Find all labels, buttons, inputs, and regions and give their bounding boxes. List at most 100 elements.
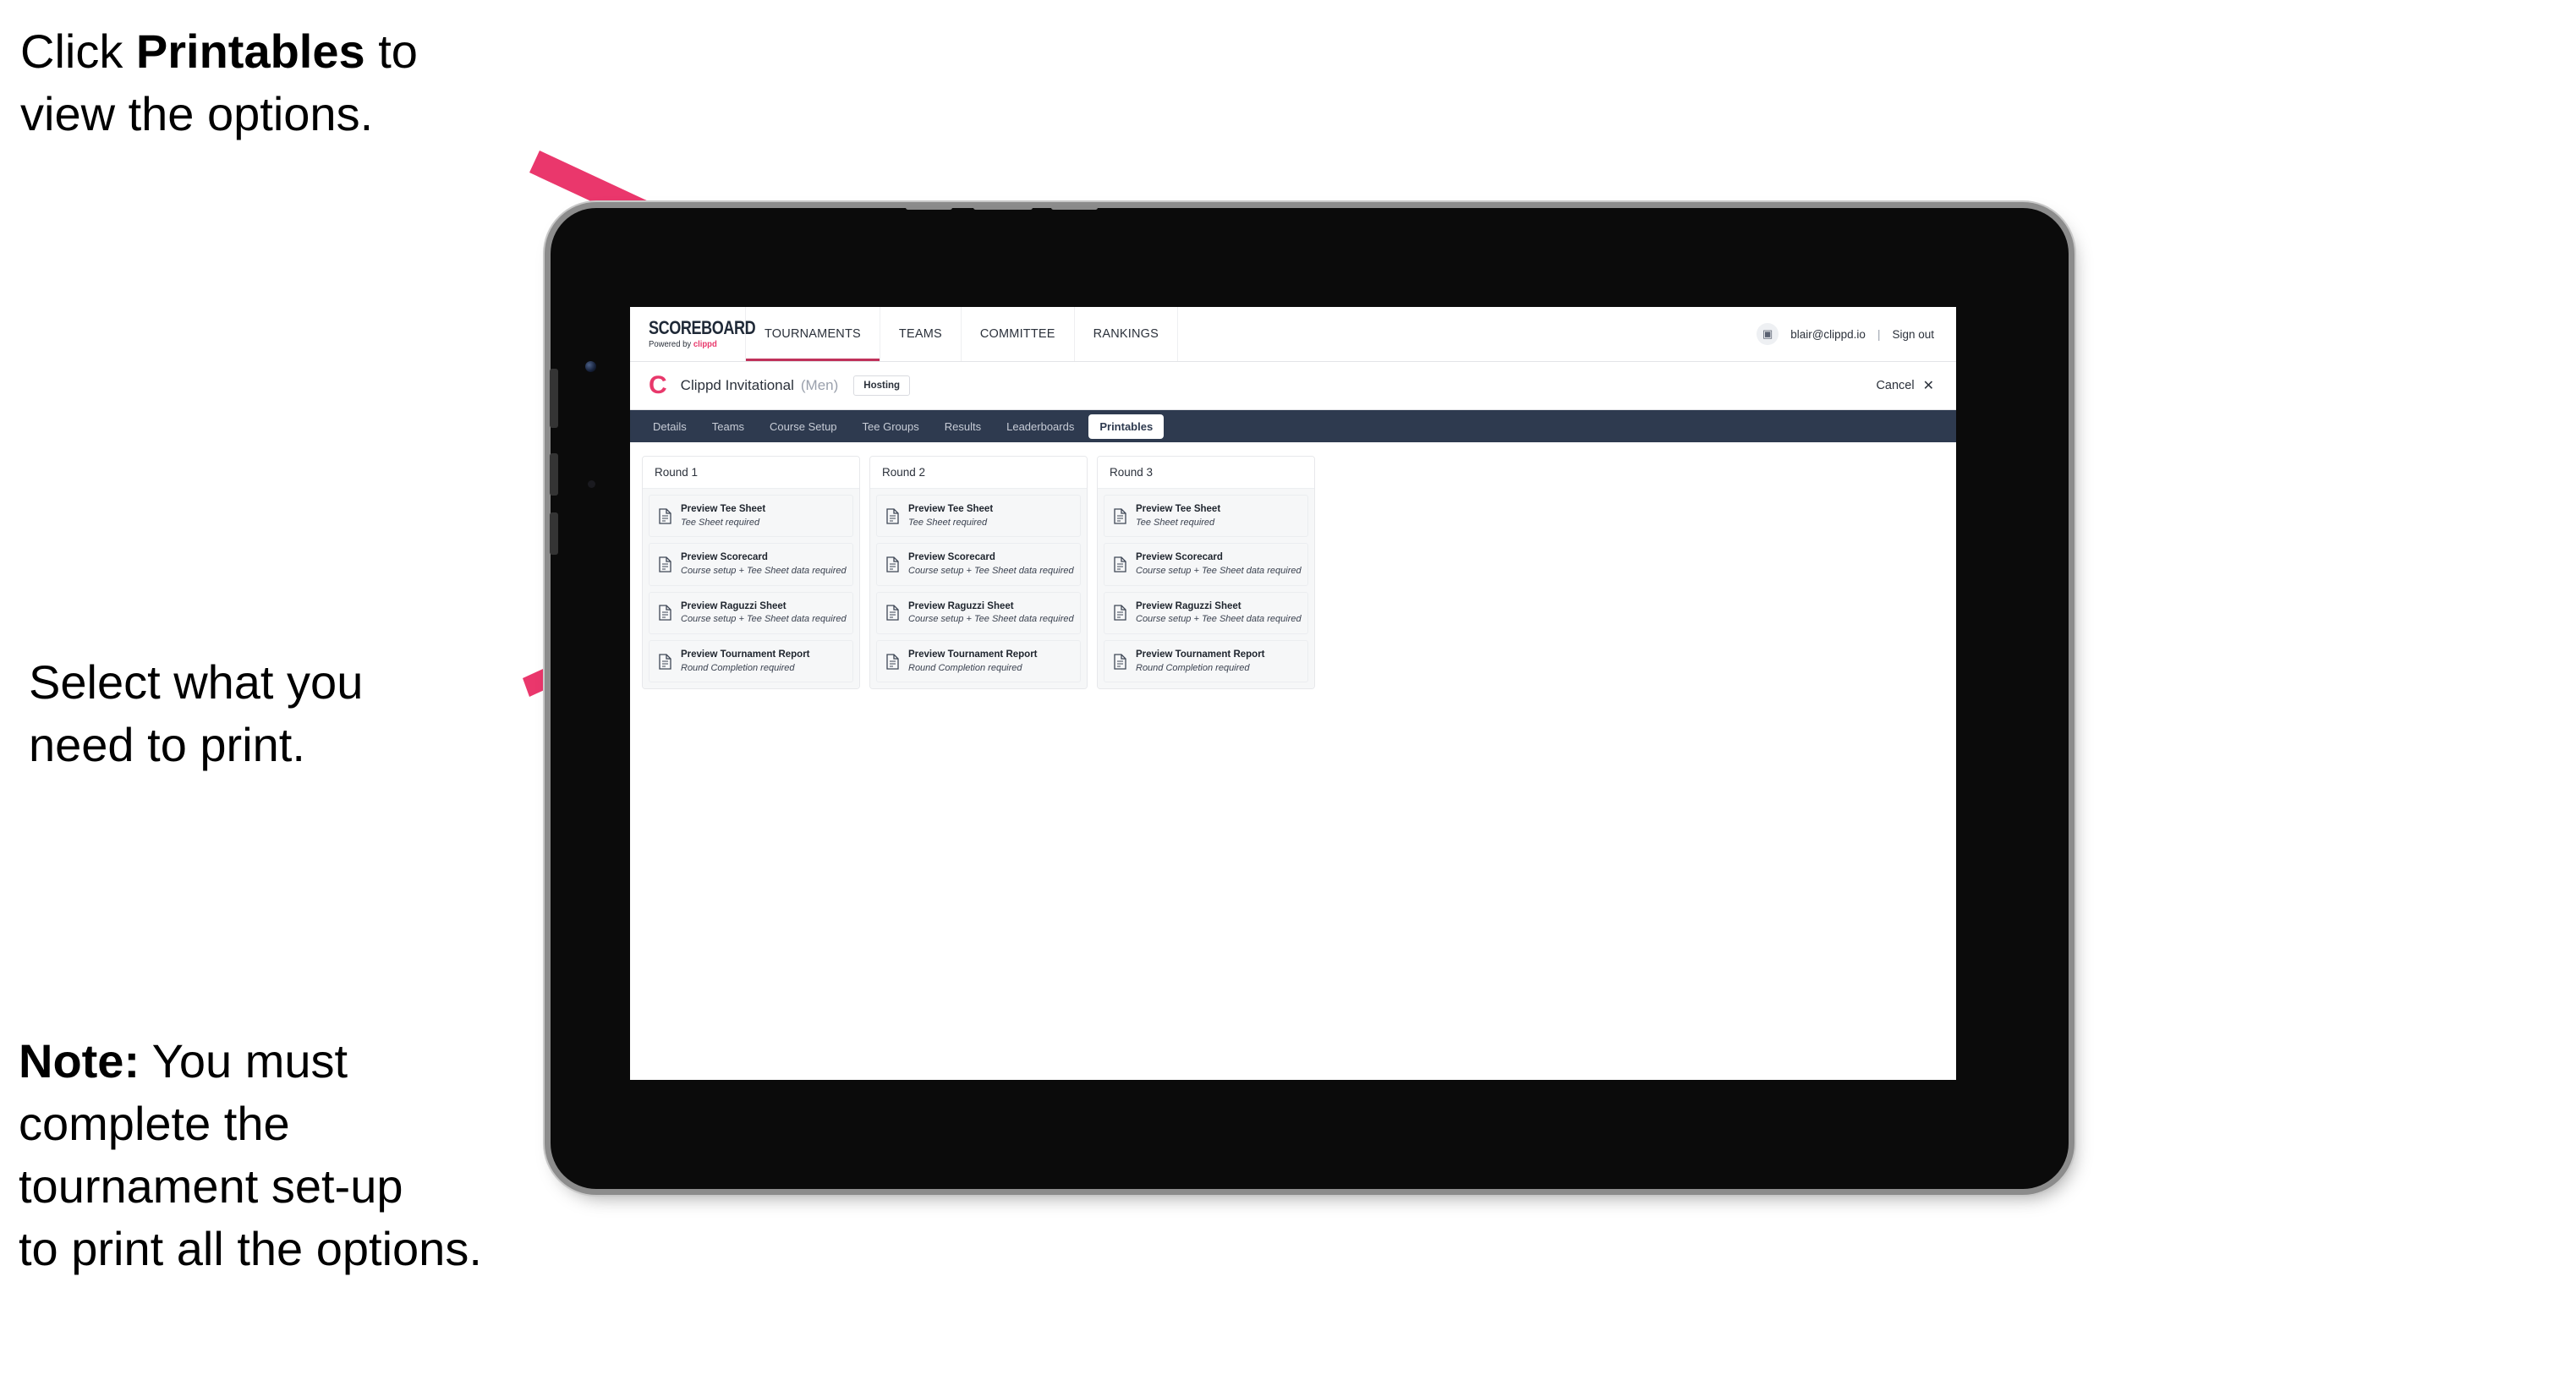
tab-course-setup[interactable]: Course Setup <box>759 414 848 439</box>
cancel-button[interactable]: Cancel ✕ <box>1876 377 1934 394</box>
document-requirement: Tee Sheet required <box>1136 517 1215 528</box>
list-item[interactable]: Preview Tee Sheet Tee Sheet required <box>876 495 1081 538</box>
tournament-title-bar: C Clippd Invitational (Men) Hosting Canc… <box>630 362 1956 410</box>
tab-details-label: Details <box>653 419 687 433</box>
document-title: Preview Raguzzi Sheet <box>1136 600 1241 611</box>
sensor-dot-icon <box>588 480 595 488</box>
document-icon <box>886 556 899 572</box>
list-item-text: Preview Tournament Report Round Completi… <box>681 649 810 674</box>
tablet-device-frame: SCOREBOARD Powered by clippd TOURNAMENTS… <box>550 205 2069 1189</box>
list-item-text: Preview Scorecard Course setup + Tee She… <box>681 551 847 577</box>
speaker-slot-icon <box>906 205 952 210</box>
round-2-heading: Round 2 <box>870 457 1087 489</box>
document-requirement: Course setup + Tee Sheet data required <box>908 565 1074 576</box>
round-1-heading: Round 1 <box>643 457 859 489</box>
tab-course-setup-label: Course Setup <box>770 419 837 433</box>
brand-logo[interactable]: SCOREBOARD Powered by clippd <box>630 307 756 361</box>
list-item-text: Preview Tee Sheet Tee Sheet required <box>681 503 765 529</box>
tab-results-label: Results <box>944 419 982 433</box>
section-tab-strip: Details Teams Course Setup Tee Groups Re… <box>630 410 1956 442</box>
nav-tab-teams[interactable]: TEAMS <box>880 307 962 361</box>
list-item[interactable]: Preview Raguzzi Sheet Course setup + Tee… <box>649 591 853 635</box>
document-requirement: Round Completion required <box>1136 662 1250 673</box>
brand-powered-prefix: Powered by <box>649 340 693 349</box>
tab-tee-groups[interactable]: Tee Groups <box>852 414 930 439</box>
list-item-text: Preview Tee Sheet Tee Sheet required <box>1136 503 1220 529</box>
document-icon <box>659 508 671 524</box>
rounds-grid: Round 1 Preview Tee Sheet Tee Sheet requ… <box>630 442 1956 690</box>
document-icon <box>1114 654 1126 670</box>
annotation-select-print: Select what you need to print. <box>29 655 364 771</box>
tab-leaderboards[interactable]: Leaderboards <box>995 414 1085 439</box>
tournament-gender: (Men) <box>800 377 839 393</box>
clippd-logo-icon: C <box>649 371 667 399</box>
tab-details[interactable]: Details <box>642 414 698 439</box>
speaker-slot-icon <box>1051 205 1098 210</box>
document-title: Preview Tournament Report <box>1136 649 1265 660</box>
brand-subtitle: Powered by clippd <box>649 341 740 349</box>
document-requirement: Course setup + Tee Sheet data required <box>681 565 847 576</box>
list-item[interactable]: Preview Scorecard Course setup + Tee She… <box>649 543 853 586</box>
list-item[interactable]: Preview Tournament Report Round Completi… <box>1104 640 1308 683</box>
account-area: ▣ blair@clippd.io | Sign out <box>1757 307 1956 361</box>
list-item-text: Preview Tee Sheet Tee Sheet required <box>908 503 993 529</box>
nav-tab-tournaments[interactable]: TOURNAMENTS <box>746 307 880 361</box>
nav-tab-committee-label: COMMITTEE <box>979 327 1055 341</box>
volume-up-button[interactable] <box>550 453 558 496</box>
document-icon <box>1114 605 1126 622</box>
document-title: Preview Tee Sheet <box>1136 504 1221 514</box>
list-item[interactable]: Preview Scorecard Course setup + Tee She… <box>876 543 1081 586</box>
tab-printables-label: Printables <box>1099 419 1154 433</box>
document-icon <box>1114 556 1126 572</box>
list-item[interactable]: Preview Tee Sheet Tee Sheet required <box>649 495 853 538</box>
list-item[interactable]: Preview Tournament Report Round Completi… <box>649 640 853 683</box>
annotation-click-bold: Printables <box>135 25 365 78</box>
nav-tab-committee[interactable]: COMMITTEE <box>962 307 1075 361</box>
account-email: blair@clippd.io <box>1790 327 1866 341</box>
list-item[interactable]: Preview Tournament Report Round Completi… <box>876 640 1081 683</box>
document-title: Preview Scorecard <box>1136 552 1223 563</box>
document-requirement: Course setup + Tee Sheet data required <box>908 614 1074 625</box>
document-title: Preview Raguzzi Sheet <box>681 600 787 611</box>
volume-down-button[interactable] <box>550 512 558 555</box>
list-item[interactable]: Preview Raguzzi Sheet Course setup + Tee… <box>876 591 1081 635</box>
document-title: Preview Raguzzi Sheet <box>908 600 1014 611</box>
list-item[interactable]: Preview Tee Sheet Tee Sheet required <box>1104 495 1308 538</box>
list-item-text: Preview Scorecard Course setup + Tee She… <box>908 551 1074 577</box>
cancel-button-label: Cancel <box>1876 379 1915 392</box>
list-item-text: Preview Scorecard Course setup + Tee She… <box>1136 551 1302 577</box>
document-icon <box>886 508 899 524</box>
document-title: Preview Tee Sheet <box>681 504 766 514</box>
list-item-text: Preview Tournament Report Round Completi… <box>1136 649 1265 674</box>
tab-teams[interactable]: Teams <box>701 414 755 439</box>
tab-leaderboards-label: Leaderboards <box>1006 419 1075 433</box>
document-icon <box>659 605 671 622</box>
brand-title: SCOREBOARD <box>649 317 756 338</box>
annotation-click-printables: Click Printables to view the options. <box>20 20 578 145</box>
list-item[interactable]: Preview Scorecard Course setup + Tee She… <box>1104 543 1308 586</box>
document-title: Preview Tournament Report <box>681 649 810 660</box>
tab-results[interactable]: Results <box>934 414 992 439</box>
list-item-text: Preview Raguzzi Sheet Course setup + Tee… <box>1136 600 1302 626</box>
document-title: Preview Scorecard <box>681 552 768 563</box>
round-2-document-list: Preview Tee Sheet Tee Sheet required Pre… <box>870 489 1087 689</box>
document-requirement: Tee Sheet required <box>681 517 760 528</box>
document-title: Preview Tee Sheet <box>908 504 994 514</box>
document-title: Preview Scorecard <box>908 552 995 563</box>
power-button[interactable] <box>550 369 558 428</box>
document-requirement: Round Completion required <box>908 662 1022 673</box>
tab-teams-label: Teams <box>711 419 745 433</box>
round-1-document-list: Preview Tee Sheet Tee Sheet required Pre… <box>643 489 859 689</box>
document-requirement: Course setup + Tee Sheet data required <box>1136 565 1302 576</box>
tab-printables[interactable]: Printables <box>1088 414 1165 439</box>
annotation-note-bold: Note: <box>19 1034 140 1087</box>
list-item[interactable]: Preview Raguzzi Sheet Course setup + Tee… <box>1104 591 1308 635</box>
sign-out-link[interactable]: Sign out <box>1892 328 1934 341</box>
avatar[interactable]: ▣ <box>1757 323 1779 345</box>
document-requirement: Round Completion required <box>681 662 795 673</box>
document-requirement: Course setup + Tee Sheet data required <box>681 614 847 625</box>
round-column-2: Round 2 Preview Tee Sheet Tee Sheet requ… <box>869 456 1088 690</box>
status-badge: Hosting <box>853 375 911 396</box>
nav-tab-teams-label: TEAMS <box>898 327 942 341</box>
nav-tab-rankings[interactable]: RANKINGS <box>1075 307 1179 361</box>
